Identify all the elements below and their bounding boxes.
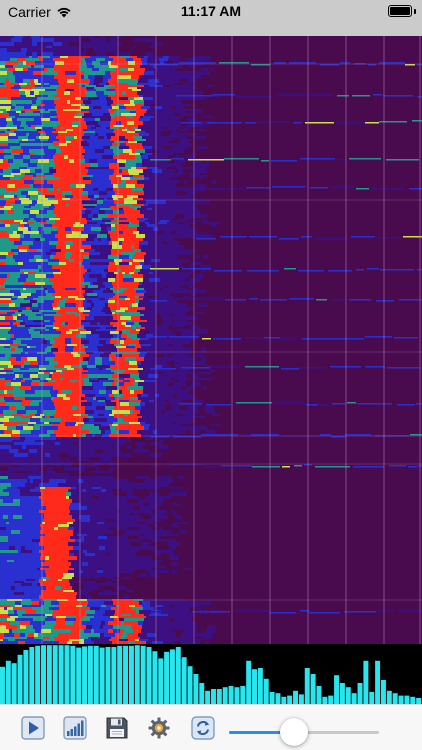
level-bar [46,645,52,704]
level-bar [298,694,304,704]
level-bar [93,645,99,704]
toolbar [0,704,422,750]
level-bar [369,692,375,704]
level-bar [357,683,363,704]
level-bar [263,678,269,704]
level-bar [246,660,252,704]
level-bar [64,645,70,704]
level-bar [211,689,216,704]
level-bar [322,696,328,704]
level-bar [5,660,11,704]
level-bar [228,686,234,704]
level-bar [316,686,322,704]
level-meter-canvas [0,645,422,704]
level-bar [99,647,105,704]
level-bar [216,689,222,704]
level-bar [105,647,111,704]
play-icon [21,716,45,740]
level-bar [52,645,58,704]
level-bar [199,683,205,704]
refresh-button[interactable] [191,716,215,740]
level-bar [293,690,299,704]
level-bar [140,645,146,704]
level-bar [23,650,29,704]
level-bar [386,690,392,704]
level-bar [11,663,17,704]
level-bar [87,645,93,704]
level-bar [392,693,398,704]
level-bar [175,647,181,704]
signal-bars-icon [63,716,87,740]
level-bar [41,645,46,704]
level-bar [345,687,351,704]
level-bar [193,674,199,704]
battery-fill [390,7,410,15]
clock: 11:17 AM [180,3,242,19]
level-meter [0,644,422,704]
settings-button[interactable] [147,716,171,740]
level-bar [134,645,140,704]
level-bar [82,646,88,704]
level-bar [222,687,228,704]
spectrogram-canvas [0,36,422,644]
level-bar [181,657,187,704]
level-bar [375,660,381,704]
level-bar [111,647,117,704]
floppy-disk-icon [106,717,128,739]
level-bar [257,668,263,704]
level-bar [128,645,134,704]
level-bar [158,658,164,704]
level-bar [304,668,310,704]
battery-icon [388,5,412,17]
level-bar [123,645,129,704]
play-button[interactable] [21,716,45,740]
level-bar [334,675,340,704]
level-bar [70,645,76,704]
save-button[interactable] [105,716,129,740]
level-bar [29,647,35,704]
level-bar [351,693,357,704]
status-bar: Carrier 11:17 AM [0,0,422,36]
level-bar [152,651,158,704]
level-bar [252,669,257,704]
battery-tip [414,9,416,14]
level-bar [17,654,23,704]
level-bar [35,645,41,704]
spectrogram-view[interactable] [0,36,422,644]
level-bar [0,666,5,704]
level-bar [146,647,152,704]
level-bar [281,696,287,704]
level-bar [310,674,316,704]
level-bar [76,647,82,704]
level-bar [275,693,281,704]
level-bar [269,692,275,704]
level-bar [234,687,240,704]
level-bar [58,645,64,704]
level-bar [169,649,175,704]
gain-slider-thumb[interactable] [279,718,308,746]
level-bar [398,695,404,704]
level-bar [205,690,211,704]
level-bar [117,645,123,704]
gear-icon [148,717,170,739]
level-bar [240,686,246,704]
refresh-icon [191,716,215,740]
level-bar [404,695,410,704]
levels-button[interactable] [63,716,87,740]
level-bar [187,666,193,704]
level-bar [339,683,345,704]
level-bar [287,695,293,704]
level-bar [380,680,386,704]
level-bar [363,660,369,704]
level-bar [164,651,170,704]
level-bar [328,695,334,704]
level-bar [410,696,416,704]
